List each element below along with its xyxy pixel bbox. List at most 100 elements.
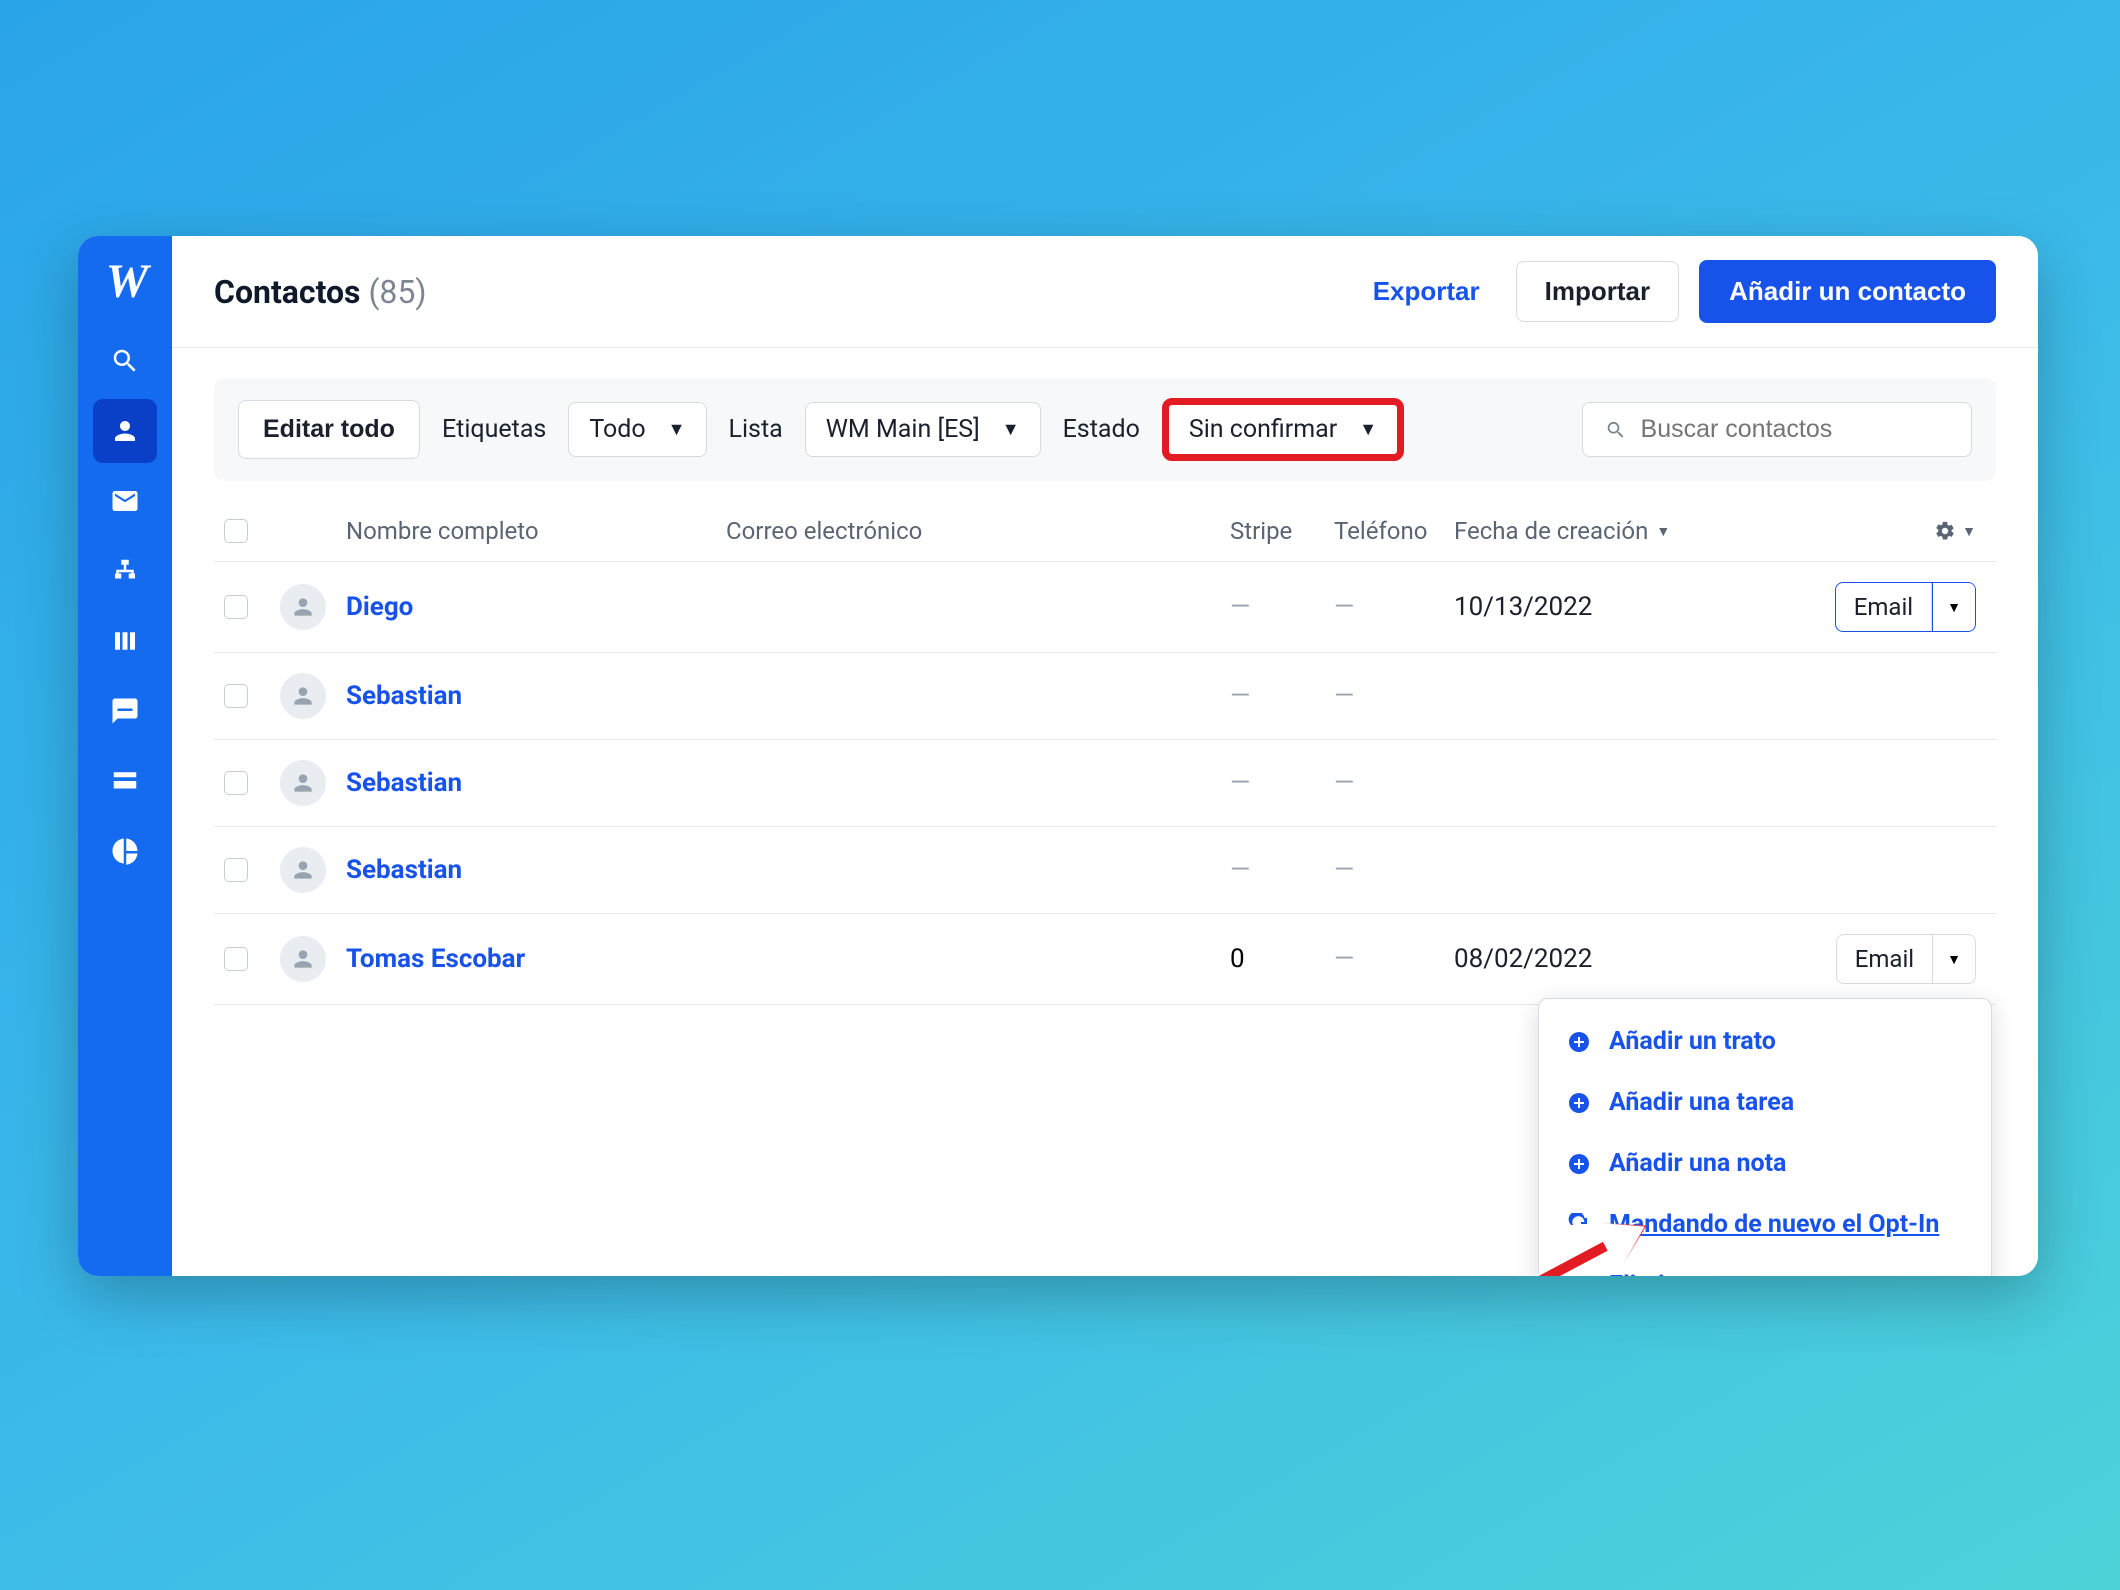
page-title: Contactos (85): [214, 273, 427, 311]
caret-down-icon: ▼: [1962, 523, 1976, 540]
menu-delete-contact[interactable]: Eliminar contacto: [1539, 1255, 1991, 1276]
menu-add-task[interactable]: Añadir una tarea: [1539, 1072, 1991, 1133]
plus-circle-icon: [1567, 1091, 1591, 1115]
avatar: [280, 673, 326, 719]
sitemap-icon: [110, 556, 140, 586]
nav-forms[interactable]: [93, 749, 157, 813]
avatar: [280, 936, 326, 982]
row-checkbox[interactable]: [224, 947, 248, 971]
phone-value: —: [1334, 768, 1354, 798]
stripe-value: —: [1230, 681, 1250, 711]
caret-down-icon: ▼: [668, 419, 686, 440]
stripe-value: 0: [1230, 944, 1245, 974]
created-value: 10/13/2022: [1454, 592, 1592, 622]
menu-add-deal[interactable]: Añadir un trato: [1539, 1011, 1991, 1072]
phone-value: —: [1334, 855, 1354, 885]
contacts-table: Nombre completo Correo electrónico Strip…: [214, 499, 1996, 1005]
stripe-value: —: [1230, 855, 1250, 885]
caret-down-icon: ▼: [1002, 419, 1020, 440]
nav-pipeline[interactable]: [93, 609, 157, 673]
page-header: Contactos (85) Exportar Importar Añadir …: [172, 236, 2038, 348]
nav-search[interactable]: [93, 329, 157, 393]
contact-name-link[interactable]: Sebastian: [346, 681, 462, 711]
tags-dropdown[interactable]: Todo ▼: [568, 402, 706, 457]
app-window: W Contactos (85): [78, 236, 2038, 1276]
list-dropdown[interactable]: WM Main [ES] ▼: [805, 402, 1041, 457]
table-row: Sebastian — —: [214, 827, 1996, 914]
avatar: [280, 584, 326, 630]
contact-name-link[interactable]: Sebastian: [346, 855, 462, 885]
table-header: Nombre completo Correo electrónico Strip…: [214, 499, 1996, 562]
tags-label: Etiquetas: [442, 415, 546, 444]
search-icon: [110, 346, 140, 376]
search-box[interactable]: [1582, 402, 1972, 457]
contact-name-link[interactable]: Sebastian: [346, 768, 462, 798]
plus-circle-icon: [1567, 1030, 1591, 1054]
email-button[interactable]: Email: [1836, 583, 1932, 631]
contact-name-link[interactable]: Tomas Escobar: [346, 944, 525, 974]
menu-add-note[interactable]: Añadir una nota: [1539, 1133, 1991, 1194]
phone-value: —: [1334, 944, 1354, 974]
column-phone[interactable]: Teléfono: [1334, 517, 1454, 545]
row-checkbox[interactable]: [224, 684, 248, 708]
plus-circle-icon: [1567, 1152, 1591, 1176]
sidebar: W: [78, 236, 172, 1276]
edit-all-button[interactable]: Editar todo: [238, 400, 420, 459]
contact-name-link[interactable]: Diego: [346, 592, 413, 622]
avatar: [280, 847, 326, 893]
row-checkbox[interactable]: [224, 858, 248, 882]
avatar: [280, 760, 326, 806]
filter-bar: Editar todo Etiquetas Todo ▼ Lista WM Ma…: [214, 378, 1996, 481]
row-checkbox[interactable]: [224, 771, 248, 795]
refresh-icon: [1567, 1213, 1591, 1237]
sort-caret-icon: ▼: [1656, 523, 1670, 540]
column-stripe[interactable]: Stripe: [1230, 517, 1334, 545]
row-menu-toggle[interactable]: ▼: [1933, 935, 1975, 983]
row-action-split[interactable]: Email ▼: [1836, 934, 1976, 984]
row-checkbox[interactable]: [224, 595, 248, 619]
created-value: 08/02/2022: [1454, 944, 1592, 974]
envelope-icon: [110, 486, 140, 516]
pie-chart-icon: [110, 836, 140, 866]
caret-down-icon: ▼: [1359, 419, 1377, 440]
import-button[interactable]: Importar: [1516, 261, 1679, 322]
gear-icon[interactable]: [1934, 520, 1956, 542]
main-content: Contactos (85) Exportar Importar Añadir …: [172, 236, 2038, 1276]
stripe-value: —: [1230, 592, 1250, 622]
nav-reports[interactable]: [93, 819, 157, 883]
table-row: Sebastian — —: [214, 740, 1996, 827]
column-name[interactable]: Nombre completo: [346, 517, 726, 545]
trash-icon: [1567, 1274, 1591, 1277]
row-action-split[interactable]: Email ▼: [1835, 582, 1976, 632]
list-value: WM Main [ES]: [826, 415, 980, 444]
column-email[interactable]: Correo electrónico: [726, 517, 1230, 545]
nav-automation[interactable]: [93, 539, 157, 603]
export-button[interactable]: Exportar: [1357, 266, 1496, 317]
person-icon: [110, 416, 140, 446]
column-created[interactable]: Fecha de creación ▼: [1454, 517, 1704, 545]
logo: W: [106, 254, 145, 309]
columns-icon: [110, 626, 140, 656]
table-row: Diego — — 10/13/2022 Email ▼: [214, 562, 1996, 653]
nav-chat[interactable]: [93, 679, 157, 743]
table-row: Tomas Escobar 0 — 08/02/2022 Email ▼: [214, 914, 1996, 1005]
add-contact-button[interactable]: Añadir un contacto: [1699, 260, 1996, 323]
chat-icon: [110, 696, 140, 726]
title-text: Contactos: [214, 273, 360, 311]
phone-value: —: [1334, 592, 1354, 622]
phone-value: —: [1334, 681, 1354, 711]
nav-contacts[interactable]: [93, 399, 157, 463]
email-button[interactable]: Email: [1837, 935, 1933, 983]
list-label: Lista: [729, 415, 783, 444]
search-icon: [1605, 418, 1627, 442]
nav-email[interactable]: [93, 469, 157, 533]
row-menu-toggle[interactable]: ▼: [1932, 583, 1975, 631]
status-value: Sin confirmar: [1189, 415, 1337, 444]
table-row: Sebastian — —: [214, 653, 1996, 740]
status-dropdown[interactable]: Sin confirmar ▼: [1162, 398, 1404, 461]
select-all-checkbox[interactable]: [224, 519, 248, 543]
title-count: (85): [368, 273, 426, 311]
status-label: Estado: [1063, 415, 1140, 444]
search-input[interactable]: [1641, 415, 1949, 444]
form-icon: [110, 766, 140, 796]
